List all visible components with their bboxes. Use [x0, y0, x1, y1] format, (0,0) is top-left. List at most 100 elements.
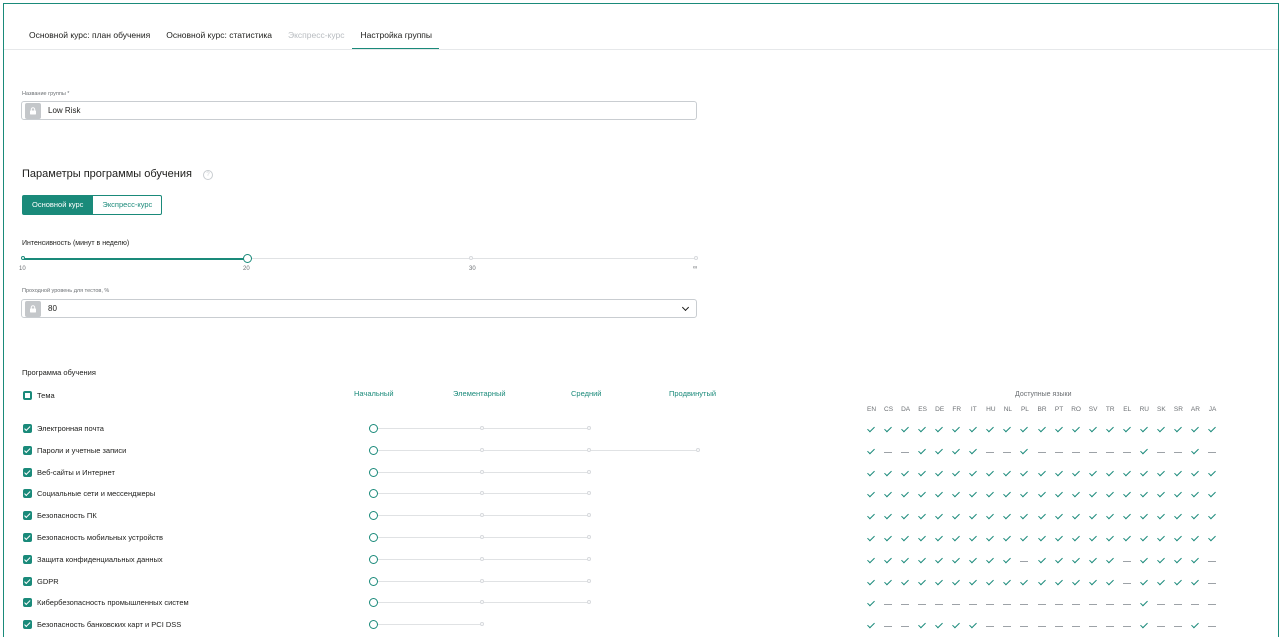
- check-icon: [1137, 424, 1152, 436]
- check-icon: [915, 468, 930, 480]
- check-icon: [898, 468, 913, 480]
- check-icon: [1052, 511, 1067, 523]
- dash-icon: [1000, 598, 1015, 610]
- check-icon: [1103, 577, 1118, 589]
- check-icon: [881, 533, 896, 545]
- check-icon: [1086, 577, 1101, 589]
- dash-icon: [1120, 598, 1135, 610]
- check-icon: [983, 533, 998, 545]
- check-icon: [1069, 577, 1084, 589]
- topic-name: Электронная почта: [37, 424, 104, 433]
- level-slider-handle[interactable]: [369, 445, 378, 455]
- check-icon: [864, 424, 879, 436]
- dash-icon: [898, 620, 913, 632]
- language-code: TR: [1105, 406, 1115, 413]
- level-header-beginner: Начальный: [354, 389, 394, 398]
- level-slider-handle[interactable]: [369, 533, 378, 542]
- slider-tick: [21, 256, 25, 260]
- check-icon: [1137, 555, 1152, 567]
- check-icon: [932, 577, 947, 589]
- dash-icon: [1000, 620, 1015, 632]
- select-all-checkbox[interactable]: [23, 391, 32, 400]
- topic-checkbox[interactable]: [23, 511, 32, 521]
- tick-label: ∞: [693, 265, 698, 271]
- check-icon: [1137, 577, 1152, 589]
- topic-checkbox[interactable]: [23, 576, 32, 586]
- help-icon[interactable]: ?: [203, 170, 213, 180]
- check-icon: [1188, 555, 1203, 567]
- level-slider-handle[interactable]: [369, 424, 378, 433]
- language-code: SV: [1088, 406, 1098, 413]
- slider-fill: [23, 258, 247, 260]
- level-slider-tick: [587, 447, 591, 452]
- express-course-button[interactable]: Экспресс-курс: [93, 195, 163, 215]
- topic-name: Защита конфиденциальных данных: [37, 554, 163, 564]
- topic-checkbox[interactable]: [23, 620, 32, 630]
- tick-label: 10: [19, 266, 26, 272]
- level-slider-handle[interactable]: [369, 576, 378, 586]
- topic-checkbox[interactable]: [23, 489, 32, 499]
- topic-checkbox[interactable]: [23, 445, 32, 455]
- level-slider-track[interactable]: [373, 624, 482, 626]
- pass-level-select[interactable]: 80: [21, 299, 697, 318]
- group-name-label: Название группы *: [22, 91, 70, 97]
- tab-main-plan[interactable]: Основной курс: план обучения: [20, 12, 157, 50]
- pass-level-label: Проходной уровень для тестов, %: [22, 288, 110, 294]
- topic-checkbox[interactable]: [23, 467, 32, 477]
- check-icon: [1103, 555, 1118, 567]
- tab-group-settings[interactable]: Настройка группы: [351, 12, 440, 50]
- check-icon: [983, 577, 998, 589]
- check-icon: [915, 424, 930, 436]
- level-slider-handle[interactable]: [369, 554, 378, 564]
- level-slider-tick: [696, 447, 700, 452]
- level-slider-handle[interactable]: [369, 467, 378, 477]
- tick-label: 30: [469, 266, 476, 272]
- check-icon: [983, 511, 998, 523]
- check-icon: [1137, 598, 1152, 610]
- level-slider-tick: [480, 447, 484, 452]
- topic-checkbox[interactable]: [23, 598, 32, 608]
- check-icon: [1188, 620, 1203, 632]
- group-name-field[interactable]: Low Risk: [21, 101, 697, 120]
- level-header-elementary: Элементарный: [453, 389, 506, 398]
- check-icon: [1052, 533, 1067, 545]
- pass-level-value: 80: [48, 304, 57, 313]
- main-course-button[interactable]: Основной курс: [22, 195, 94, 215]
- topic-checkbox[interactable]: [23, 554, 32, 564]
- topic-checkbox[interactable]: [23, 424, 32, 433]
- slider-handle[interactable]: [243, 254, 252, 263]
- language-code: HU: [986, 406, 996, 413]
- language-code: SR: [1173, 406, 1183, 413]
- check-icon: [983, 489, 998, 501]
- language-code: BR: [1037, 406, 1047, 413]
- tab-express-course[interactable]: Экспресс-курс: [279, 12, 352, 50]
- dash-icon: [1188, 598, 1203, 610]
- program-params-title: Параметры программы обучения: [22, 168, 192, 180]
- dash-icon: [1205, 577, 1220, 589]
- check-icon: [881, 555, 896, 567]
- check-icon: [1137, 511, 1152, 523]
- language-code: ES: [918, 406, 927, 413]
- check-icon: [1120, 468, 1135, 480]
- check-icon: [1171, 489, 1186, 501]
- check-icon: [1052, 424, 1067, 436]
- check-icon: [1000, 511, 1015, 523]
- level-slider-track[interactable]: [373, 449, 698, 451]
- tab-main-statistics[interactable]: Основной курс: статистика: [157, 12, 279, 50]
- check-icon: [1069, 468, 1084, 480]
- check-icon: [1205, 489, 1220, 501]
- check-icon: [932, 424, 947, 436]
- dash-icon: [1171, 598, 1186, 610]
- language-code: FR: [952, 406, 962, 413]
- check-icon: [1052, 555, 1067, 567]
- level-slider-tick: [480, 556, 484, 561]
- dash-icon: [1103, 446, 1118, 458]
- language-code: EN: [866, 406, 877, 413]
- topic-name: GDPR: [37, 576, 59, 586]
- check-icon: [1086, 511, 1101, 523]
- topic-checkbox[interactable]: [23, 533, 32, 542]
- check-icon: [864, 577, 879, 589]
- dash-icon: [949, 598, 964, 610]
- dash-icon: [932, 598, 947, 610]
- topic-name: Безопасность банковских карт и PCI DSS: [37, 620, 182, 630]
